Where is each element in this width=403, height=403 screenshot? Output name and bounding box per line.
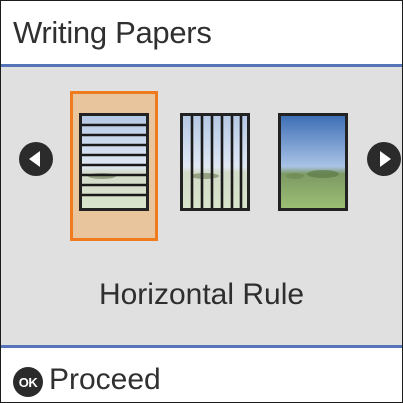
option-horizontal-rule[interactable] — [70, 91, 158, 241]
chevron-right-icon — [380, 151, 391, 167]
title-bar: Writing Papers — [1, 1, 402, 64]
printer-screen: Writing Papers Horizontal Rule OK Procee… — [0, 0, 403, 403]
selected-option-label: Horizontal Rule — [98, 278, 305, 311]
horizontal-rule-paper-icon — [79, 113, 149, 211]
option-vertical-rule[interactable] — [171, 91, 259, 241]
option-blank[interactable] — [269, 91, 357, 241]
next-option-button[interactable] — [367, 142, 401, 176]
page-title: Writing Papers — [13, 15, 212, 50]
vertical-rule-paper-icon — [180, 113, 250, 211]
previous-option-button[interactable] — [19, 142, 53, 176]
chevron-left-icon — [29, 151, 40, 167]
ok-button-icon[interactable]: OK — [13, 367, 43, 397]
proceed-label: Proceed — [49, 363, 161, 396]
blank-paper-icon — [278, 113, 348, 211]
